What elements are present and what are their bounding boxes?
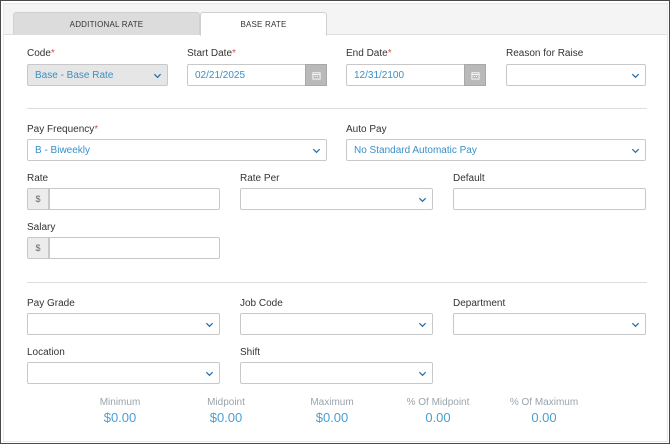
- end-date-input[interactable]: 12/31/2100: [346, 64, 486, 86]
- stat-maximum-value: $0.00: [315, 410, 349, 425]
- chevron-down-icon: [205, 369, 214, 378]
- section-divider: [27, 282, 647, 283]
- rate-per-label: Rate Per: [240, 173, 280, 184]
- department-select[interactable]: [453, 313, 646, 335]
- calendar-icon[interactable]: [305, 64, 327, 86]
- rate-input[interactable]: [49, 188, 220, 210]
- tab-base-rate[interactable]: BASE RATE: [200, 12, 327, 36]
- stat-pct-maximum-label: % Of Maximum: [509, 397, 579, 408]
- rate-panel: ADDITIONAL RATE BASE RATE Code* Base - B…: [3, 3, 668, 442]
- job-code-label: Job Code: [240, 298, 283, 309]
- rate-per-select[interactable]: [240, 188, 433, 210]
- tab-additional-rate[interactable]: ADDITIONAL RATE: [13, 12, 200, 35]
- window-frame: ADDITIONAL RATE BASE RATE Code* Base - B…: [0, 0, 670, 444]
- chevron-down-icon: [631, 146, 640, 155]
- chevron-down-icon: [631, 71, 640, 80]
- stat-minimum-value: $0.00: [103, 410, 137, 425]
- pay-grade-label: Pay Grade: [27, 298, 75, 309]
- pay-frequency-select[interactable]: B - Biweekly: [27, 139, 327, 161]
- chevron-down-icon: [312, 146, 321, 155]
- stat-minimum-label: Minimum: [99, 397, 141, 408]
- location-select[interactable]: [27, 362, 220, 384]
- auto-pay-label: Auto Pay: [346, 124, 387, 135]
- stat-pct-maximum-value: 0.00: [531, 410, 557, 425]
- start-date-input[interactable]: 02/21/2025: [187, 64, 327, 86]
- reason-label: Reason for Raise: [506, 48, 584, 59]
- stat-pct-midpoint-label: % Of Midpoint: [406, 397, 470, 408]
- rate-label: Rate: [27, 173, 49, 184]
- chevron-down-icon: [418, 369, 427, 378]
- section-divider: [27, 108, 647, 109]
- reason-select[interactable]: [506, 64, 646, 86]
- shift-label: Shift: [240, 347, 261, 358]
- salary-label: Salary: [27, 222, 56, 233]
- code-select[interactable]: Base - Base Rate: [27, 64, 168, 86]
- pay-frequency-label: Pay Frequency*: [27, 124, 99, 135]
- code-label: Code*: [27, 48, 55, 59]
- location-label: Location: [27, 347, 65, 358]
- stat-midpoint-value: $0.00: [209, 410, 243, 425]
- auto-pay-select[interactable]: No Standard Automatic Pay: [346, 139, 646, 161]
- currency-prefix: $: [27, 237, 49, 259]
- salary-input[interactable]: [49, 237, 220, 259]
- default-label: Default: [453, 173, 485, 184]
- end-date-label: End Date*: [346, 48, 392, 59]
- shift-select[interactable]: [240, 362, 433, 384]
- calendar-icon[interactable]: [464, 64, 486, 86]
- default-input[interactable]: [453, 188, 646, 210]
- end-date-value: 12/31/2100: [354, 69, 405, 81]
- tab-bar: ADDITIONAL RATE BASE RATE: [4, 4, 667, 36]
- pay-grade-select[interactable]: [27, 313, 220, 335]
- start-date-value: 02/21/2025: [195, 69, 246, 81]
- start-date-label: Start Date*: [187, 48, 236, 59]
- department-label: Department: [453, 298, 506, 309]
- code-value: Base - Base Rate: [35, 69, 114, 81]
- stat-midpoint-label: Midpoint: [207, 397, 245, 408]
- chevron-down-icon: [205, 320, 214, 329]
- job-code-select[interactable]: [240, 313, 433, 335]
- chevron-down-icon: [631, 320, 640, 329]
- chevron-down-icon: [418, 195, 427, 204]
- stat-pct-midpoint-value: 0.00: [425, 410, 451, 425]
- chevron-down-icon: [418, 320, 427, 329]
- stat-maximum-label: Maximum: [310, 397, 354, 408]
- currency-prefix: $: [27, 188, 49, 210]
- chevron-down-icon: [153, 71, 162, 80]
